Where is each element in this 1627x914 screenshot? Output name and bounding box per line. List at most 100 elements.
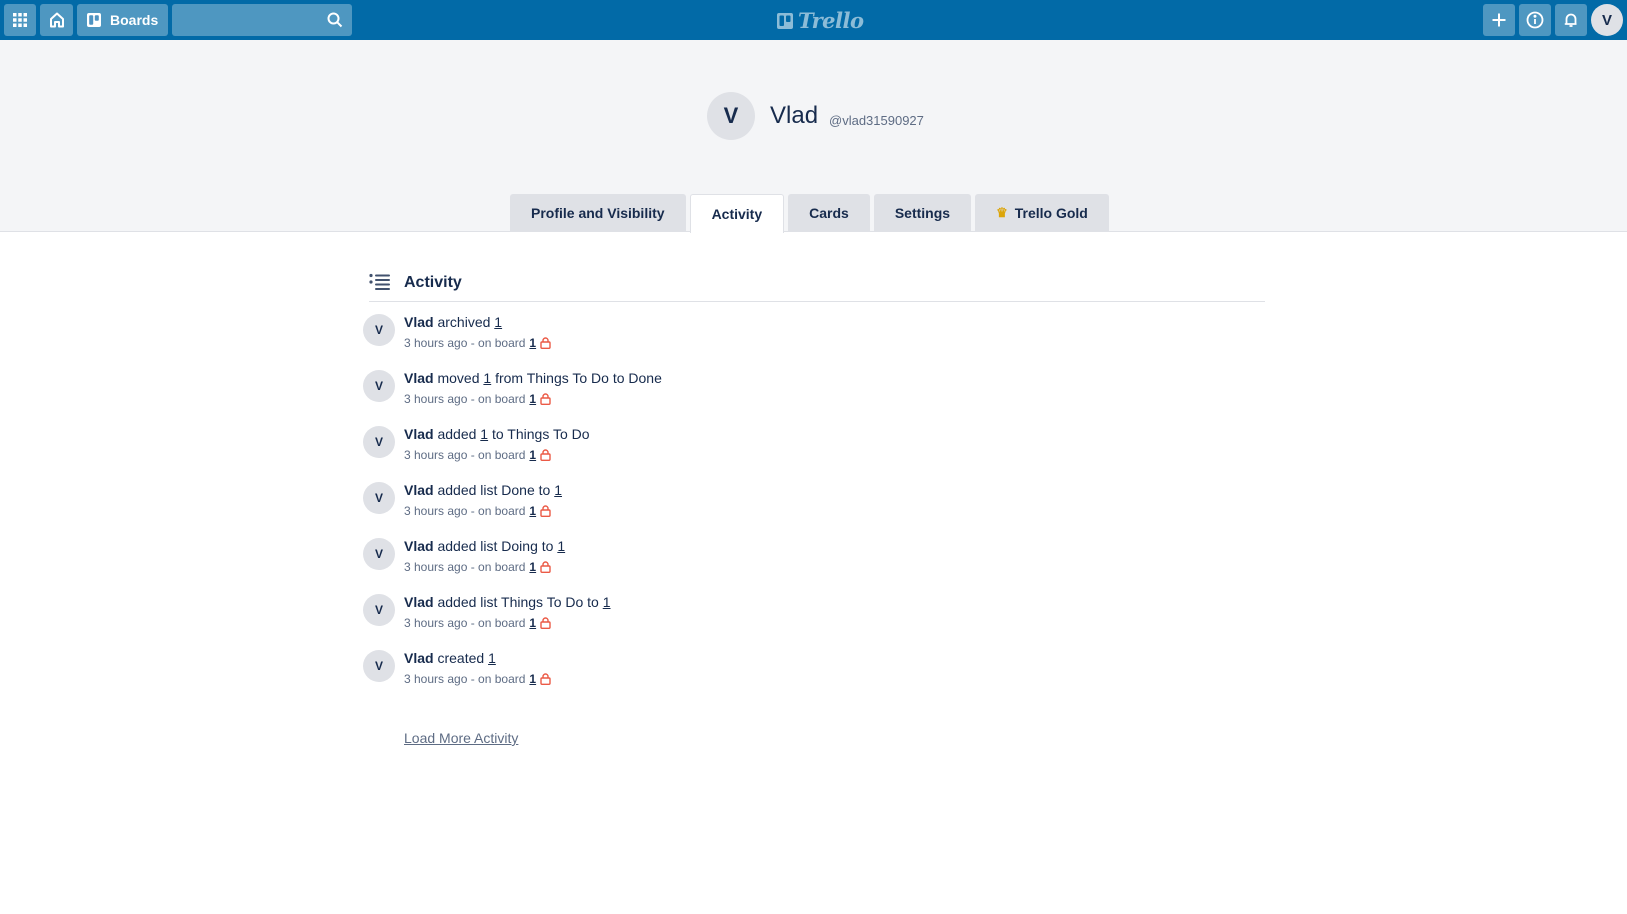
- search-icon[interactable]: [327, 12, 343, 28]
- activity-list-icon: [369, 273, 390, 290]
- activity-meta: 3 hours ago - on board 1: [404, 672, 551, 686]
- apps-button[interactable]: [4, 4, 36, 36]
- tab-trello-gold-label: Trello Gold: [1014, 205, 1088, 221]
- tab-trello-gold[interactable]: ♛ Trello Gold: [975, 194, 1109, 232]
- private-lock-icon: [540, 393, 551, 405]
- activity-avatar[interactable]: V: [363, 370, 395, 402]
- activity-meta: 3 hours ago - on board 1: [404, 448, 551, 462]
- activity-actor[interactable]: Vlad: [404, 482, 434, 498]
- activity-avatar[interactable]: V: [363, 594, 395, 626]
- home-button[interactable]: [40, 4, 73, 36]
- private-lock-icon: [540, 561, 551, 573]
- create-button[interactable]: [1483, 4, 1515, 36]
- activity-section-header: Activity: [369, 270, 1265, 302]
- activity-card-link[interactable]: 1: [480, 426, 488, 442]
- activity-action: added: [433, 426, 481, 442]
- notifications-button[interactable]: [1555, 4, 1587, 36]
- profile-tabs: Profile and Visibility Activity Cards Se…: [510, 194, 1109, 233]
- activity-time[interactable]: 3 hours ago - on board: [404, 616, 525, 630]
- activity-avatar[interactable]: V: [363, 650, 395, 682]
- activity-action: added list Things To Do to: [433, 594, 603, 610]
- top-bar: Boards Trello V: [0, 0, 1627, 40]
- private-lock-icon: [540, 337, 551, 349]
- activity-board-link[interactable]: 1: [529, 504, 536, 518]
- activity-avatar[interactable]: V: [363, 314, 395, 346]
- activity-time[interactable]: 3 hours ago - on board: [404, 448, 525, 462]
- activity-actor[interactable]: Vlad: [404, 426, 434, 442]
- activity-actor[interactable]: Vlad: [404, 370, 434, 386]
- activity-action: added list Doing to: [433, 538, 558, 554]
- activity-detail: from Things To Do to Done: [491, 370, 662, 386]
- activity-action: moved: [433, 370, 484, 386]
- tab-activity[interactable]: Activity: [689, 194, 785, 233]
- boards-label: Boards: [110, 12, 159, 28]
- private-lock-icon: [540, 505, 551, 517]
- activity-time[interactable]: 3 hours ago - on board: [404, 672, 525, 686]
- activity-meta: 3 hours ago - on board 1: [404, 392, 551, 406]
- tab-settings[interactable]: Settings: [873, 194, 972, 232]
- activity-title: Activity: [404, 274, 462, 291]
- activity-time[interactable]: 3 hours ago - on board: [404, 560, 525, 574]
- activity-meta: 3 hours ago - on board 1: [404, 616, 551, 630]
- activity-text: Vlad created 1: [404, 650, 496, 666]
- activity-text: Vlad added list Done to 1: [404, 482, 562, 498]
- activity-board-link[interactable]: 1: [529, 672, 536, 686]
- activity-text: Vlad moved 1 from Things To Do to Done: [404, 370, 662, 386]
- info-button[interactable]: [1519, 4, 1551, 36]
- plus-icon: [1492, 13, 1506, 27]
- activity-actor[interactable]: Vlad: [404, 650, 434, 666]
- bell-icon: [1564, 13, 1577, 27]
- activity-meta: 3 hours ago - on board 1: [404, 504, 551, 518]
- activity-card-link[interactable]: 1: [554, 482, 562, 498]
- activity-avatar[interactable]: V: [363, 538, 395, 570]
- boards-button[interactable]: Boards: [77, 4, 168, 36]
- logo-text: Trello: [798, 8, 864, 33]
- trello-logo-icon: [777, 12, 793, 29]
- home-icon: [49, 12, 64, 28]
- activity-actor[interactable]: Vlad: [404, 314, 434, 330]
- activity-avatar[interactable]: V: [363, 482, 395, 514]
- activity-board-link[interactable]: 1: [529, 392, 536, 406]
- activity-card-link[interactable]: 1: [488, 650, 496, 666]
- activity-avatar[interactable]: V: [363, 426, 395, 458]
- profile-header: V Vlad @vlad31590927 Profile and Visibil…: [0, 40, 1627, 233]
- activity-actor[interactable]: Vlad: [404, 594, 434, 610]
- activity-actor[interactable]: Vlad: [404, 538, 434, 554]
- profile-avatar: V: [707, 92, 755, 140]
- search-input[interactable]: [172, 4, 352, 36]
- user-avatar-button[interactable]: V: [1591, 4, 1623, 36]
- apps-grid-icon: [13, 13, 27, 27]
- private-lock-icon: [540, 673, 551, 685]
- activity-action: archived: [433, 314, 495, 330]
- activity-meta: 3 hours ago - on board 1: [404, 560, 551, 574]
- tab-cards[interactable]: Cards: [788, 194, 870, 232]
- activity-text: Vlad added list Things To Do to 1: [404, 594, 611, 610]
- activity-detail: to Things To Do: [488, 426, 590, 442]
- private-lock-icon: [540, 449, 551, 461]
- activity-text: Vlad archived 1: [404, 314, 502, 330]
- activity-text: Vlad added list Doing to 1: [404, 538, 565, 554]
- activity-card-link[interactable]: 1: [494, 314, 502, 330]
- activity-board-link[interactable]: 1: [529, 336, 536, 350]
- activity-text: Vlad added 1 to Things To Do: [404, 426, 590, 442]
- activity-time[interactable]: 3 hours ago - on board: [404, 504, 525, 518]
- crown-icon: ♛: [996, 205, 1008, 220]
- trello-logo[interactable]: Trello: [776, 8, 864, 33]
- tab-profile-and-visibility[interactable]: Profile and Visibility: [510, 194, 686, 232]
- activity-action: added list Done to: [433, 482, 555, 498]
- activity-meta: 3 hours ago - on board 1: [404, 336, 551, 350]
- activity-board-link[interactable]: 1: [529, 448, 536, 462]
- boards-icon: [87, 13, 101, 27]
- activity-board-link[interactable]: 1: [529, 560, 536, 574]
- activity-time[interactable]: 3 hours ago - on board: [404, 392, 525, 406]
- activity-board-link[interactable]: 1: [529, 616, 536, 630]
- profile-name: Vlad: [770, 102, 819, 129]
- activity-action: created: [433, 650, 489, 666]
- activity-card-link[interactable]: 1: [557, 538, 565, 554]
- activity-card-link[interactable]: 1: [603, 594, 611, 610]
- profile-username: @vlad31590927: [829, 113, 924, 128]
- info-icon: [1526, 11, 1544, 29]
- private-lock-icon: [540, 617, 551, 629]
- load-more-activity-link[interactable]: Load More Activity: [404, 730, 518, 746]
- activity-time[interactable]: 3 hours ago - on board: [404, 336, 525, 350]
